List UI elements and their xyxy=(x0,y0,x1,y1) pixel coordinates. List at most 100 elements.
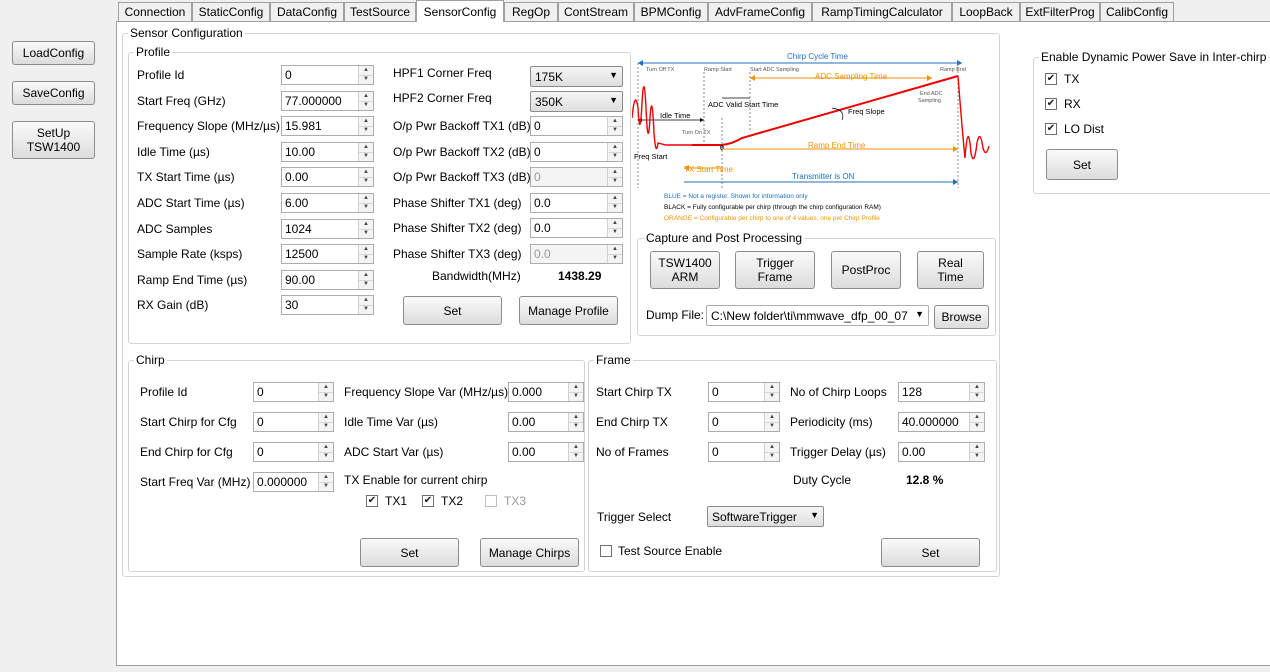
spin-arrows-icon[interactable]: ▲ ▼ xyxy=(764,383,779,401)
spin-arrows-icon[interactable]: ▲ ▼ xyxy=(358,117,373,136)
tab-connection[interactable]: Connection xyxy=(118,2,192,21)
spin-arrows-icon[interactable]: ▲ ▼ xyxy=(607,168,622,187)
spin-arrows-icon[interactable]: ▲ ▼ xyxy=(358,219,373,238)
tab-ramptimingcalculator[interactable]: RampTimingCalculator xyxy=(812,2,952,21)
dps-lodist-checkbox[interactable]: ✔ xyxy=(1045,123,1057,135)
idle-time-var-s-input[interactable]: 0.00 ▲ ▼ xyxy=(508,412,584,432)
spin-arrows-icon[interactable]: ▲ ▼ xyxy=(358,296,373,315)
tab-regop[interactable]: RegOp xyxy=(504,2,558,21)
spin-arrows-icon[interactable]: ▲ ▼ xyxy=(568,413,583,431)
spin-arrows-icon[interactable]: ▲ ▼ xyxy=(358,168,373,187)
manage-chirps-button[interactable]: Manage Chirps xyxy=(480,538,579,567)
ramp-end-time-s-input[interactable]: 90.00 ▲ ▼ xyxy=(281,269,374,290)
profile-id-input[interactable]: 0 ▲ ▼ xyxy=(281,65,374,85)
hpf1-select[interactable]: 175K ▼ xyxy=(530,66,623,87)
spin-arrows-icon[interactable]: ▲ ▼ xyxy=(607,142,622,161)
tab-calibconfig[interactable]: CalibConfig xyxy=(1100,2,1174,21)
save-config-button[interactable]: SaveConfig xyxy=(12,81,95,105)
spin-arrows-icon[interactable]: ▲ ▼ xyxy=(358,142,373,161)
rx-gain-db-input[interactable]: 30 ▲ ▼ xyxy=(281,295,374,316)
dps-set-button[interactable]: Set xyxy=(1046,149,1118,180)
manage-profile-button[interactable]: Manage Profile xyxy=(519,296,618,325)
capture-title: Capture and Post Processing xyxy=(644,231,805,245)
o-p-pwr-backoff-tx3-db-input[interactable]: 0 ▲ ▼ xyxy=(530,167,623,188)
spin-arrows-icon[interactable]: ▲ ▼ xyxy=(969,443,984,461)
spin-arrows-icon[interactable]: ▲ ▼ xyxy=(358,91,373,110)
spin-arrows-icon[interactable]: ▲ ▼ xyxy=(607,117,622,135)
chirp-tx1-checkbox[interactable]: ✔ xyxy=(366,495,378,507)
browse-button[interactable]: Browse xyxy=(934,305,989,329)
tab-bpmconfig[interactable]: BPMConfig xyxy=(634,2,708,21)
no-of-frames-input[interactable]: 0 ▲ ▼ xyxy=(708,442,780,462)
adc-start-time-s-input[interactable]: 6.00 ▲ ▼ xyxy=(281,193,374,213)
spin-arrows-icon[interactable]: ▲ ▼ xyxy=(607,193,622,212)
dps-tx-checkbox[interactable]: ✔ xyxy=(1045,73,1057,85)
postproc-button[interactable]: PostProc xyxy=(831,251,901,289)
spin-arrows-icon[interactable]: ▲ ▼ xyxy=(358,270,373,289)
sample-rate-ksps-input[interactable]: 12500 ▲ ▼ xyxy=(281,244,374,265)
start-freq-ghz-input[interactable]: 77.000000 ▲ ▼ xyxy=(281,90,374,111)
real-time-button[interactable]: Real Time xyxy=(917,251,984,289)
chirp-tx3-checkbox[interactable] xyxy=(485,495,497,507)
frequency-slope-var-mhz-s-input[interactable]: 0.000 ▲ ▼ xyxy=(508,382,584,402)
hpf2-select[interactable]: 350K ▼ xyxy=(530,91,623,112)
chirp-tx2-checkbox[interactable]: ✔ xyxy=(422,495,434,507)
o-p-pwr-backoff-tx2-db-label: O/p Pwr Backoff TX2 (dB) xyxy=(393,144,531,159)
spin-arrows-icon[interactable]: ▲ ▼ xyxy=(358,245,373,264)
tab-dataconfig[interactable]: DataConfig xyxy=(270,2,344,21)
setup-tsw1400-button[interactable]: SetUp TSW1400 xyxy=(12,121,95,159)
trigger-select[interactable]: SoftwareTrigger ▼ xyxy=(707,506,824,527)
trigger-delay-s-input[interactable]: 0.00 ▲ ▼ xyxy=(898,442,985,462)
tab-contstream[interactable]: ContStream xyxy=(558,2,634,21)
spin-arrows-icon[interactable]: ▲ ▼ xyxy=(969,413,984,431)
start-chirp-for-cfg-input[interactable]: 0 ▲ ▼ xyxy=(253,412,334,432)
sensor-configuration-title: Sensor Configuration xyxy=(128,26,245,40)
tab-staticconfig[interactable]: StaticConfig xyxy=(192,2,270,21)
tab-loopback[interactable]: LoopBack xyxy=(952,2,1020,21)
dps-rx-checkbox[interactable]: ✔ xyxy=(1045,98,1057,110)
spin-arrows-icon[interactable]: ▲ ▼ xyxy=(318,473,333,491)
spin-arrows-icon[interactable]: ▲ ▼ xyxy=(607,219,622,238)
tab-sensorconfig[interactable]: SensorConfig xyxy=(416,0,504,22)
spin-arrows-icon[interactable]: ▲ ▼ xyxy=(358,194,373,212)
adc-samples-input[interactable]: 1024 ▲ ▼ xyxy=(281,218,374,239)
tsw1400-arm-button[interactable]: TSW1400 ARM xyxy=(650,251,720,289)
trigger-frame-button[interactable]: Trigger Frame xyxy=(735,251,815,289)
start-freq-var-mhz-input[interactable]: 0.000000 ▲ ▼ xyxy=(253,472,334,492)
spin-arrows-icon[interactable]: ▲ ▼ xyxy=(764,443,779,461)
load-config-button[interactable]: LoadConfig xyxy=(12,41,95,65)
tab-advframeconfig[interactable]: AdvFrameConfig xyxy=(708,2,812,21)
spin-arrows-icon[interactable]: ▲ ▼ xyxy=(358,66,373,84)
dps-title: Enable Dynamic Power Save in Inter-chirp xyxy=(1039,50,1269,64)
tx-start-time-s-input[interactable]: 0.00 ▲ ▼ xyxy=(281,167,374,188)
spin-arrows-icon[interactable]: ▲ ▼ xyxy=(318,443,333,461)
profile-set-button[interactable]: Set xyxy=(403,296,502,325)
spin-arrows-icon[interactable]: ▲ ▼ xyxy=(969,383,984,401)
phase-shifter-tx1-deg-input[interactable]: 0.0 ▲ ▼ xyxy=(530,192,623,213)
no-of-chirp-loops-input[interactable]: 128 ▲ ▼ xyxy=(898,382,985,402)
tab-extfilterprog[interactable]: ExtFilterProg xyxy=(1020,2,1100,21)
start-chirp-tx-input[interactable]: 0 ▲ ▼ xyxy=(708,382,780,402)
phase-shifter-tx2-deg-input[interactable]: 0.0 ▲ ▼ xyxy=(530,218,623,239)
spin-arrows-icon[interactable]: ▲ ▼ xyxy=(568,443,583,461)
spin-arrows-icon[interactable]: ▲ ▼ xyxy=(318,383,333,401)
frame-set-button[interactable]: Set xyxy=(881,538,980,567)
frequency-slope-mhz-s-input[interactable]: 15.981 ▲ ▼ xyxy=(281,116,374,137)
idle-time-s-input[interactable]: 10.00 ▲ ▼ xyxy=(281,141,374,162)
dump-file-select[interactable]: C:\New folder\ti\mmwave_dfp_00_07 ▼ xyxy=(706,305,929,326)
spin-arrows-icon[interactable]: ▲ ▼ xyxy=(568,383,583,401)
end-chirp-tx-input[interactable]: 0 ▲ ▼ xyxy=(708,412,780,432)
o-p-pwr-backoff-tx2-db-input[interactable]: 0 ▲ ▼ xyxy=(530,141,623,162)
profile-id-input[interactable]: 0 ▲ ▼ xyxy=(253,382,334,402)
o-p-pwr-backoff-tx1-db-input[interactable]: 0 ▲ ▼ xyxy=(530,116,623,136)
test-source-checkbox[interactable] xyxy=(600,545,612,557)
end-chirp-for-cfg-input[interactable]: 0 ▲ ▼ xyxy=(253,442,334,462)
phase-shifter-tx3-deg-input[interactable]: 0.0 ▲ ▼ xyxy=(530,244,623,264)
chirp-set-button[interactable]: Set xyxy=(360,538,459,567)
spin-arrows-icon[interactable]: ▲ ▼ xyxy=(764,413,779,431)
periodicity-ms-input[interactable]: 40.000000 ▲ ▼ xyxy=(898,412,985,432)
adc-start-var-s-input[interactable]: 0.00 ▲ ▼ xyxy=(508,442,584,462)
spin-arrows-icon[interactable]: ▲ ▼ xyxy=(607,245,622,263)
tab-testsource[interactable]: TestSource xyxy=(344,2,416,21)
spin-arrows-icon[interactable]: ▲ ▼ xyxy=(318,413,333,431)
